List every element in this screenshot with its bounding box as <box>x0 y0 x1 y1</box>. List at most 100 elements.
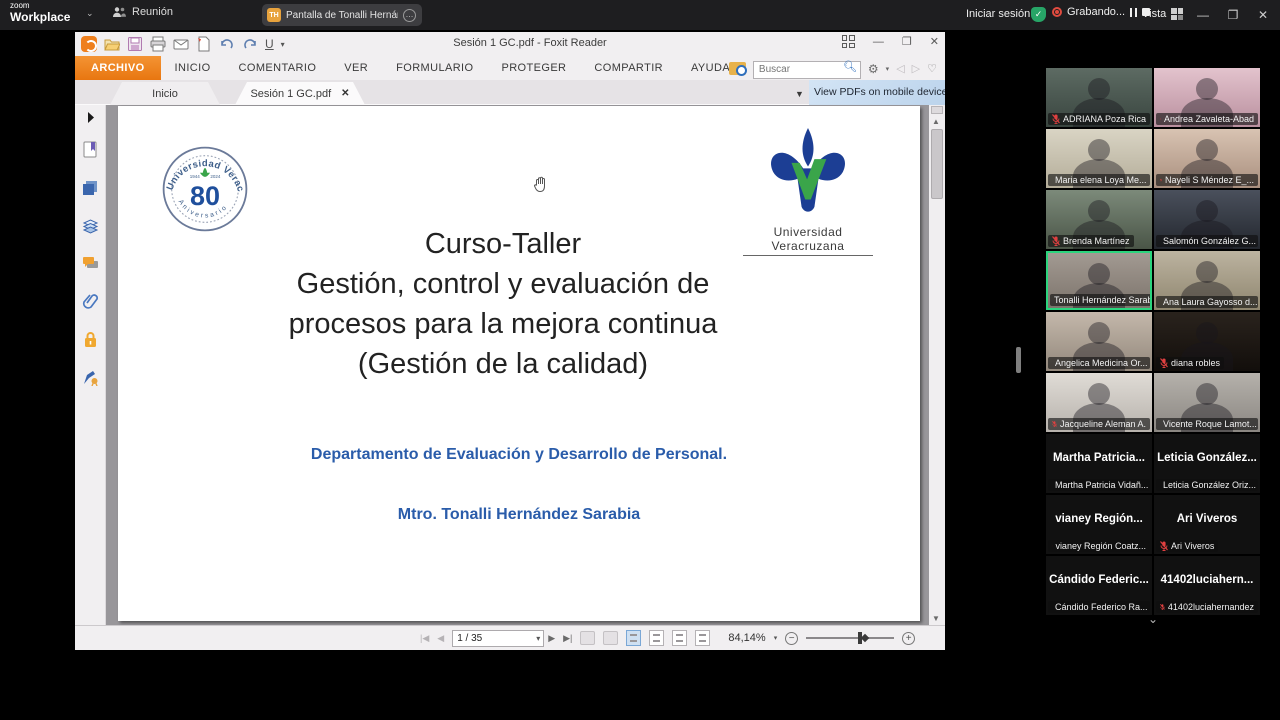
zoom-in-icon[interactable]: + <box>902 632 915 645</box>
participant-tile[interactable]: Nayeli S Méndez E_... <box>1154 129 1260 188</box>
menu-proteger[interactable]: PROTEGER <box>487 62 580 74</box>
foxit-logo-icon[interactable] <box>81 36 97 52</box>
gear-icon[interactable]: ⚙ <box>868 62 879 76</box>
gear-dropdown-icon[interactable]: ▾ <box>886 65 890 73</box>
participant-tile[interactable]: diana robles <box>1154 312 1260 371</box>
participant-tile[interactable]: Vicente Roque Lamot... <box>1154 373 1260 432</box>
document-canvas[interactable]: Universidad Veracruzana Aniversario 1944… <box>106 105 929 625</box>
participant-tile[interactable]: Angelica Medicina Or... <box>1046 312 1152 371</box>
print-icon[interactable] <box>150 36 166 52</box>
zoom-dropdown-icon[interactable]: ▾ <box>774 634 778 642</box>
security-shield-icon[interactable]: ✓ <box>1031 7 1046 22</box>
participant-tile[interactable]: Ari ViverosAri Viveros <box>1154 495 1260 554</box>
menu-formulario[interactable]: FORMULARIO <box>382 62 487 74</box>
search-icon[interactable]: 🔍︎ <box>843 60 857 73</box>
layers-icon[interactable] <box>82 217 99 234</box>
single-page-view-icon[interactable] <box>626 630 641 646</box>
save-icon[interactable] <box>127 36 143 52</box>
attachments-icon[interactable] <box>82 293 99 310</box>
next-page-icon[interactable]: ▶ <box>548 633 555 644</box>
participant-tile[interactable]: Andrea Zavaleta-Abad <box>1154 68 1260 127</box>
doc-tab-inicio[interactable]: Inicio <box>110 82 220 105</box>
scroll-up-icon[interactable]: ▲ <box>932 117 940 126</box>
menu-archivo[interactable]: ARCHIVO <box>75 56 161 80</box>
zoom-slider-handle[interactable] <box>858 632 862 644</box>
previous-page-icon[interactable]: ◀ <box>437 633 444 644</box>
page-thumbnails-icon[interactable] <box>82 179 99 196</box>
participant-tile[interactable]: Salomón González G... <box>1154 190 1260 249</box>
participant-name-label: Brenda Martínez <box>1048 235 1134 247</box>
more-options-icon[interactable]: … <box>403 9 416 22</box>
pdf-page[interactable]: Universidad Veracruzana Aniversario 1944… <box>118 106 920 621</box>
foxit-minimize-button[interactable]: — <box>873 36 884 48</box>
foxit-close-button[interactable]: ✕ <box>930 35 939 48</box>
security-icon[interactable] <box>82 331 99 348</box>
zoom-slider[interactable] <box>806 637 894 639</box>
chevron-down-icon[interactable]: ⌄ <box>86 8 94 19</box>
view-button[interactable]: Vista <box>1142 8 1183 20</box>
previous-view-icon[interactable] <box>580 631 595 645</box>
minimize-button[interactable]: — <box>1188 0 1218 30</box>
scrollbar-thumb[interactable] <box>931 129 943 199</box>
first-page-icon[interactable]: |◀ <box>420 633 429 644</box>
zoom-percent-value[interactable]: 84,14% <box>728 632 765 644</box>
expand-panel-icon[interactable] <box>82 109 99 126</box>
participant-tile[interactable]: Tonalli Hernández Sarabia <box>1046 251 1152 310</box>
vertical-scrollbar[interactable]: ▲ ▼ <box>929 105 945 625</box>
panel-divider-handle[interactable] <box>1016 347 1021 373</box>
digital-signature-icon[interactable] <box>82 369 99 386</box>
redo-icon[interactable] <box>242 36 258 52</box>
scroll-down-icon[interactable]: ▼ <box>932 614 940 623</box>
mobile-devices-banner[interactable]: View PDFs on mobile devices <box>809 80 945 105</box>
ribbon-layout-icon[interactable] <box>842 35 855 48</box>
menu-compartir[interactable]: COMPARTIR <box>580 62 677 74</box>
participant-tile[interactable]: 41402luciahern...41402luciahernandez <box>1154 556 1260 615</box>
page-dropdown-icon[interactable]: ▾ <box>536 634 540 643</box>
open-file-icon[interactable] <box>104 36 120 52</box>
close-tab-icon[interactable]: ✕ <box>341 88 349 99</box>
close-button[interactable]: ✕ <box>1248 0 1278 30</box>
participant-tile[interactable]: Jacqueline Aleman A. <box>1046 373 1152 432</box>
page-number-field[interactable] <box>452 630 544 647</box>
banner-collapse-icon[interactable]: ▼ <box>795 89 804 99</box>
underline-tool-icon[interactable]: U <box>265 37 274 51</box>
muted-mic-icon <box>1160 114 1161 124</box>
participant-tile[interactable]: Cándido Federic...Cándido Federico Ra... <box>1046 556 1152 615</box>
foxit-restore-button[interactable]: ❐ <box>902 35 912 48</box>
participant-tile[interactable]: Martha Patricia...Martha Patricia Vidañ.… <box>1046 434 1152 493</box>
doc-tab-sesion1[interactable]: Sesión 1 GC.pdf ✕ <box>235 82 365 105</box>
find-next-icon[interactable]: ▷ <box>912 62 920 75</box>
menu-ver[interactable]: VER <box>330 62 382 74</box>
tab-meeting[interactable]: Reunión <box>112 6 173 18</box>
tab-screen-share[interactable]: TH Pantalla de Tonalli Hernández Sa … <box>262 4 422 26</box>
facing-view-icon[interactable] <box>672 630 687 646</box>
participant-tile[interactable]: Brenda Martínez <box>1046 190 1152 249</box>
email-icon[interactable] <box>173 36 189 52</box>
new-document-icon[interactable] <box>196 36 212 52</box>
sign-in-button[interactable]: Iniciar sesión <box>966 8 1030 20</box>
record-icon <box>1052 7 1062 17</box>
participant-tile[interactable]: vianey Región...vianey Región Coatz... <box>1046 495 1152 554</box>
favorites-icon[interactable]: ♡ <box>927 62 937 75</box>
continuous-facing-view-icon[interactable] <box>695 630 710 646</box>
next-view-icon[interactable] <box>603 631 618 645</box>
search-in-files-icon[interactable] <box>729 62 746 75</box>
zoom-out-icon[interactable]: − <box>785 632 798 645</box>
pause-recording-icon[interactable] <box>1130 8 1137 17</box>
find-previous-icon[interactable]: ◁ <box>896 62 904 75</box>
last-page-icon[interactable]: ▶| <box>563 633 572 644</box>
continuous-view-icon[interactable] <box>649 630 664 646</box>
menu-comentario[interactable]: COMENTARIO <box>225 62 331 74</box>
comments-icon[interactable] <box>82 255 99 272</box>
bookmarks-icon[interactable] <box>82 141 99 158</box>
split-view-handle[interactable] <box>931 106 943 114</box>
gallery-scroll-chevron-icon[interactable]: ⌄ <box>1144 612 1162 626</box>
participant-tile[interactable]: Ana Laura Gayosso d... <box>1154 251 1260 310</box>
undo-icon[interactable] <box>219 36 235 52</box>
participant-tile[interactable]: ADRIANA Poza Rica <box>1046 68 1152 127</box>
participant-tile[interactable]: Leticia González...Leticia González Oriz… <box>1154 434 1260 493</box>
menu-inicio[interactable]: INICIO <box>161 62 225 74</box>
participant-tile[interactable]: Maria elena Loya Me... <box>1046 129 1152 188</box>
maximize-button[interactable]: ❐ <box>1218 0 1248 30</box>
muted-mic-icon <box>1160 541 1168 551</box>
